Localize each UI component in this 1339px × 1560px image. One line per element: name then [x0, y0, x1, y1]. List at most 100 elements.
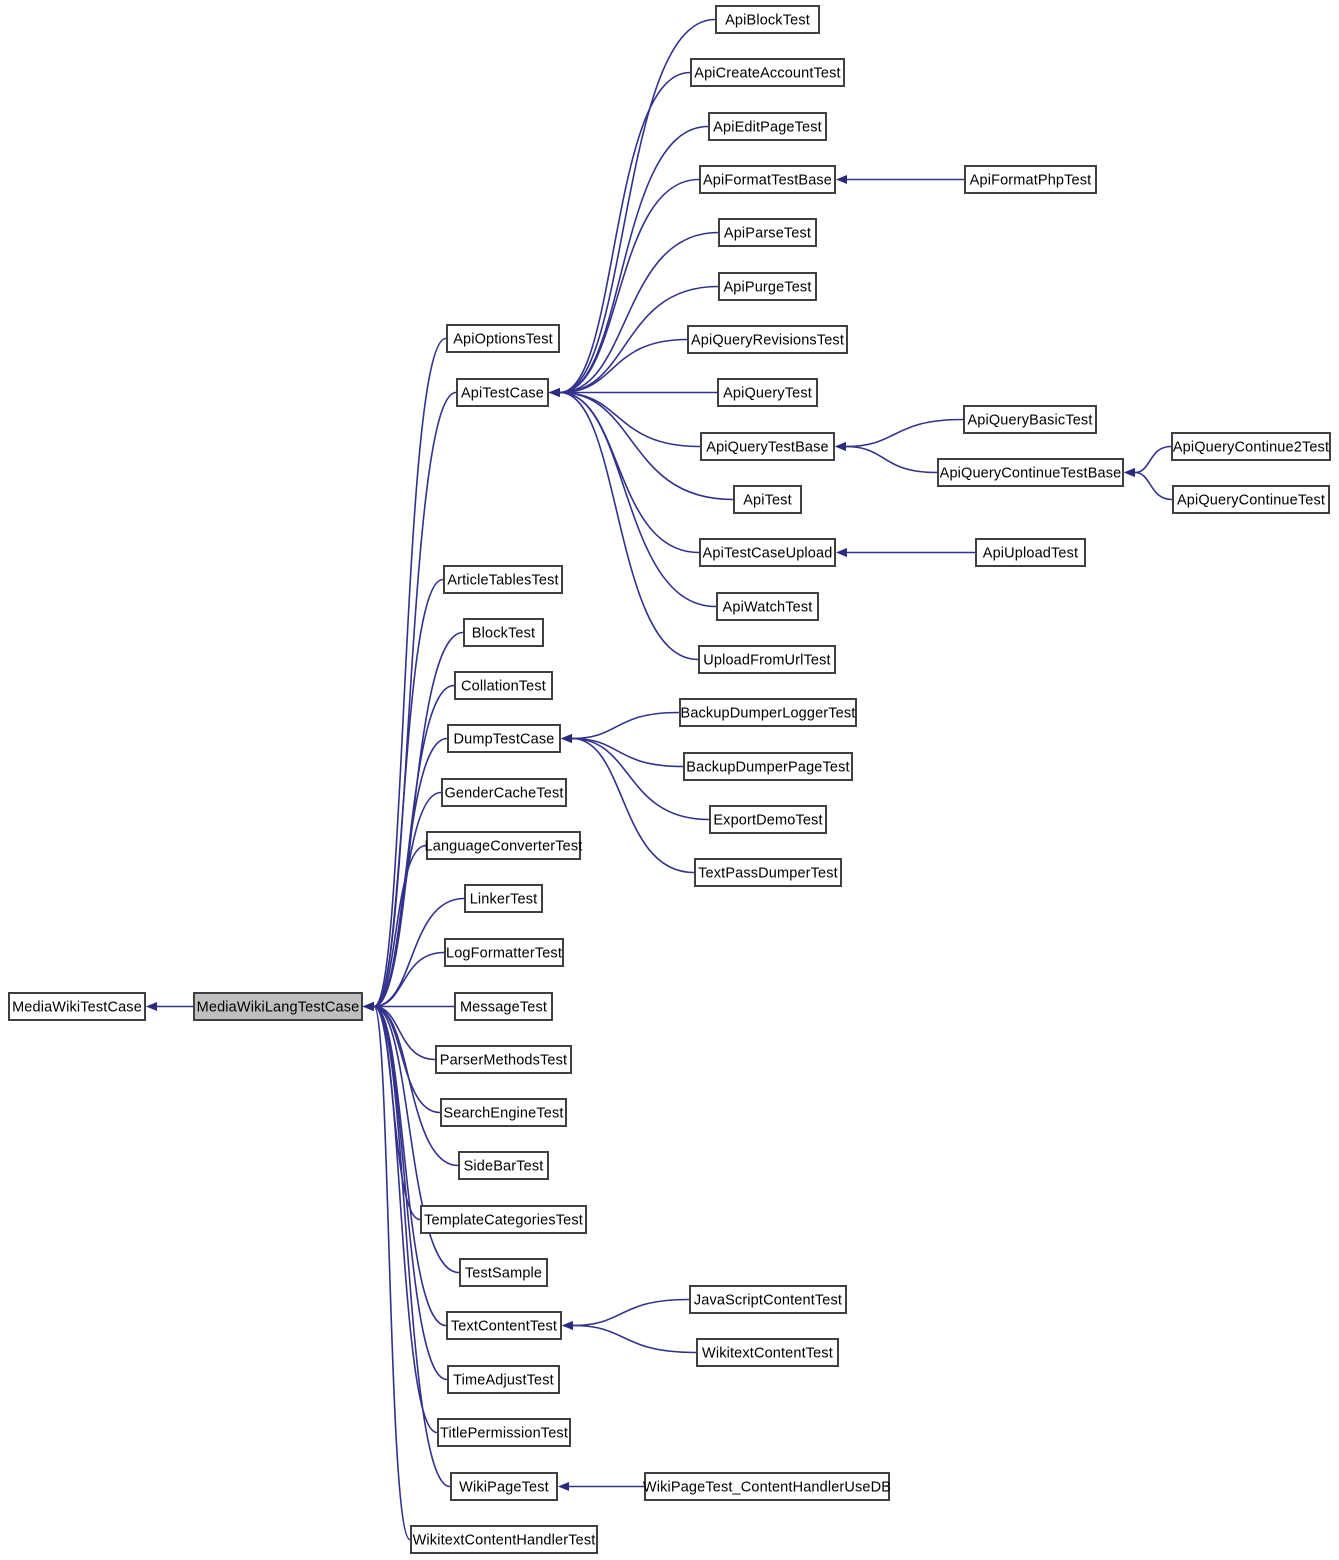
- class-node-SearchEngineTest[interactable]: SearchEngineTest: [440, 1098, 567, 1127]
- class-node-label: ApiEditPageTest: [713, 119, 822, 135]
- class-node-MediaWikiLangTestCase[interactable]: MediaWikiLangTestCase: [193, 992, 363, 1021]
- class-node-label: TextPassDumperTest: [698, 865, 838, 881]
- class-node-WikitextContentHandlerTest[interactable]: WikitextContentHandlerTest: [410, 1525, 598, 1554]
- class-node-TimeAdjustTest[interactable]: TimeAdjustTest: [447, 1365, 560, 1394]
- class-node-MessageTest[interactable]: MessageTest: [454, 992, 553, 1021]
- edge-ApiUploadTest-to-ApiTestCaseUpload: [836, 548, 975, 557]
- class-node-label: ApiWatchTest: [723, 599, 813, 615]
- edge-ApiQueryContinueTest-to-ApiQueryContinueTestBase: [1124, 468, 1173, 501]
- class-node-label: ApiFormatPhpTest: [970, 172, 1092, 188]
- class-node-BlockTest[interactable]: BlockTest: [463, 618, 544, 647]
- class-node-ExportDemoTest[interactable]: ExportDemoTest: [709, 805, 827, 834]
- edge-WikiPageTest-to-MediaWikiLangTestCase: [363, 1002, 451, 1488]
- class-node-ParserMethodsTest[interactable]: ParserMethodsTest: [435, 1045, 572, 1074]
- edge-ApiOptionsTest-to-MediaWikiLangTestCase: [363, 337, 447, 1011]
- class-node-label: TextContentTest: [451, 1318, 557, 1334]
- class-node-LogFormatterTest[interactable]: LogFormatterTest: [444, 938, 564, 967]
- class-node-ApiTestCase[interactable]: ApiTestCase: [456, 378, 549, 407]
- class-node-label: ArticleTablesTest: [447, 572, 558, 588]
- class-node-GenderCacheTest[interactable]: GenderCacheTest: [441, 778, 567, 807]
- class-node-label: MediaWikiTestCase: [12, 999, 142, 1015]
- class-node-ApiEditPageTest[interactable]: ApiEditPageTest: [708, 112, 827, 141]
- edge-ApiFormatTestBase-to-ApiTestCase: [549, 178, 700, 397]
- class-node-ApiQueryTest[interactable]: ApiQueryTest: [717, 378, 818, 407]
- class-node-TextContentTest[interactable]: TextContentTest: [446, 1311, 562, 1340]
- class-node-ApiQueryContinue2Test[interactable]: ApiQueryContinue2Test: [1171, 432, 1331, 461]
- class-node-label: DumpTestCase: [454, 731, 555, 747]
- class-node-ApiQueryRevisionsTest[interactable]: ApiQueryRevisionsTest: [687, 325, 848, 354]
- class-node-LanguageConverterTest[interactable]: LanguageConverterTest: [425, 831, 583, 860]
- class-node-ApiBlockTest[interactable]: ApiBlockTest: [715, 5, 820, 34]
- edge-ApiFormatPhpTest-to-ApiFormatTestBase: [836, 175, 964, 184]
- edge-layer: [146, 18, 1173, 1541]
- class-node-label: ApiPurgeTest: [723, 279, 811, 295]
- edge-TemplateCategoriesTest-to-MediaWikiLangTestCase: [363, 1002, 421, 1221]
- class-node-SideBarTest[interactable]: SideBarTest: [458, 1151, 549, 1180]
- class-node-BackupDumperLoggerTest[interactable]: BackupDumperLoggerTest: [679, 698, 857, 727]
- class-node-label: ParserMethodsTest: [440, 1052, 567, 1068]
- class-node-label: TimeAdjustTest: [453, 1372, 554, 1388]
- class-node-ApiFormatTestBase[interactable]: ApiFormatTestBase: [699, 165, 836, 194]
- class-node-ApiQueryTestBase[interactable]: ApiQueryTestBase: [700, 432, 835, 461]
- class-node-label: ApiParseTest: [724, 225, 811, 241]
- class-node-TemplateCategoriesTest[interactable]: TemplateCategoriesTest: [420, 1205, 587, 1234]
- class-node-WikiPageTest[interactable]: WikiPageTest: [450, 1472, 558, 1501]
- class-node-ApiWatchTest[interactable]: ApiWatchTest: [716, 592, 819, 621]
- class-node-ApiOptionsTest[interactable]: ApiOptionsTest: [446, 324, 560, 353]
- edge-SearchEngineTest-to-MediaWikiLangTestCase: [363, 1002, 441, 1114]
- edge-WikitextContentTest-to-TextContentTest: [562, 1321, 697, 1354]
- class-node-label: LanguageConverterTest: [425, 838, 583, 854]
- edge-ApiTestCase-to-MediaWikiLangTestCase: [363, 391, 457, 1011]
- class-node-TestSample[interactable]: TestSample: [459, 1258, 548, 1287]
- edge-ApiCreateAccountTest-to-ApiTestCase: [549, 71, 691, 397]
- class-node-WikiPageTest_ContentHandlerUseDB[interactable]: WikiPageTest_ContentHandlerUseDB: [643, 1472, 891, 1501]
- class-node-ApiQueryContinueTest[interactable]: ApiQueryContinueTest: [1172, 485, 1330, 514]
- class-node-LinkerTest[interactable]: LinkerTest: [464, 884, 543, 913]
- class-node-label: SearchEngineTest: [443, 1105, 563, 1121]
- class-node-label: JavaScriptContentTest: [694, 1292, 842, 1308]
- class-node-DumpTestCase[interactable]: DumpTestCase: [447, 724, 561, 753]
- class-node-WikitextContentTest[interactable]: WikitextContentTest: [696, 1338, 839, 1367]
- class-node-ApiFormatPhpTest[interactable]: ApiFormatPhpTest: [964, 165, 1097, 194]
- class-node-MediaWikiTestCase[interactable]: MediaWikiTestCase: [8, 992, 146, 1021]
- edge-LogFormatterTest-to-MediaWikiLangTestCase: [363, 951, 445, 1011]
- class-node-label: LinkerTest: [470, 891, 538, 907]
- class-node-label: ApiQueryContinueTestBase: [940, 465, 1122, 481]
- class-node-ApiTest[interactable]: ApiTest: [733, 485, 802, 514]
- class-node-UploadFromUrlTest[interactable]: UploadFromUrlTest: [698, 645, 836, 674]
- class-node-label: ApiTestCase: [461, 385, 544, 401]
- class-node-BackupDumperPageTest[interactable]: BackupDumperPageTest: [683, 752, 853, 781]
- class-node-label: BackupDumperLoggerTest: [681, 705, 856, 721]
- class-node-TitlePermissionTest[interactable]: TitlePermissionTest: [437, 1418, 571, 1447]
- class-node-label: WikiPageTest: [459, 1479, 549, 1495]
- class-node-ApiParseTest[interactable]: ApiParseTest: [718, 218, 817, 247]
- class-node-CollationTest[interactable]: CollationTest: [454, 671, 553, 700]
- class-node-TextPassDumperTest[interactable]: TextPassDumperTest: [694, 858, 842, 887]
- class-node-ApiCreateAccountTest[interactable]: ApiCreateAccountTest: [690, 58, 845, 87]
- class-node-label: ApiTest: [743, 492, 792, 508]
- class-node-ApiTestCaseUpload[interactable]: ApiTestCaseUpload: [699, 538, 836, 567]
- class-node-label: CollationTest: [461, 678, 546, 694]
- class-node-ApiUploadTest[interactable]: ApiUploadTest: [975, 538, 1086, 567]
- class-node-label: BlockTest: [472, 625, 535, 641]
- edge-ApiQueryContinueTestBase-to-ApiQueryTestBase: [835, 442, 938, 474]
- class-node-label: TestSample: [465, 1265, 542, 1281]
- class-node-label: UploadFromUrlTest: [703, 652, 830, 668]
- class-node-label: ApiOptionsTest: [453, 331, 553, 347]
- class-node-label: ApiQueryRevisionsTest: [691, 332, 844, 348]
- class-node-ArticleTablesTest[interactable]: ArticleTablesTest: [443, 565, 563, 594]
- class-node-label: TitlePermissionTest: [440, 1425, 568, 1441]
- class-node-label: ApiQueryContinue2Test: [1173, 439, 1329, 455]
- class-node-JavaScriptContentTest[interactable]: JavaScriptContentTest: [689, 1285, 847, 1314]
- inheritance-diagram: MediaWikiTestCase MediaWikiLangTestCase Ap…: [0, 0, 1339, 1560]
- edge-UploadFromUrlTest-to-ApiTestCase: [549, 388, 699, 661]
- class-node-label: MessageTest: [460, 999, 547, 1015]
- edge-TimeAdjustTest-to-MediaWikiLangTestCase: [363, 1002, 448, 1381]
- class-node-label: ApiBlockTest: [725, 12, 810, 28]
- class-node-label: BackupDumperPageTest: [686, 759, 849, 775]
- class-node-ApiQueryContinueTestBase[interactable]: ApiQueryContinueTestBase: [937, 458, 1124, 487]
- class-node-ApiPurgeTest[interactable]: ApiPurgeTest: [718, 272, 817, 301]
- class-node-label: ApiTestCaseUpload: [703, 545, 833, 561]
- class-node-ApiQueryBasicTest[interactable]: ApiQueryBasicTest: [963, 405, 1097, 434]
- class-node-label: WikitextContentHandlerTest: [413, 1532, 596, 1548]
